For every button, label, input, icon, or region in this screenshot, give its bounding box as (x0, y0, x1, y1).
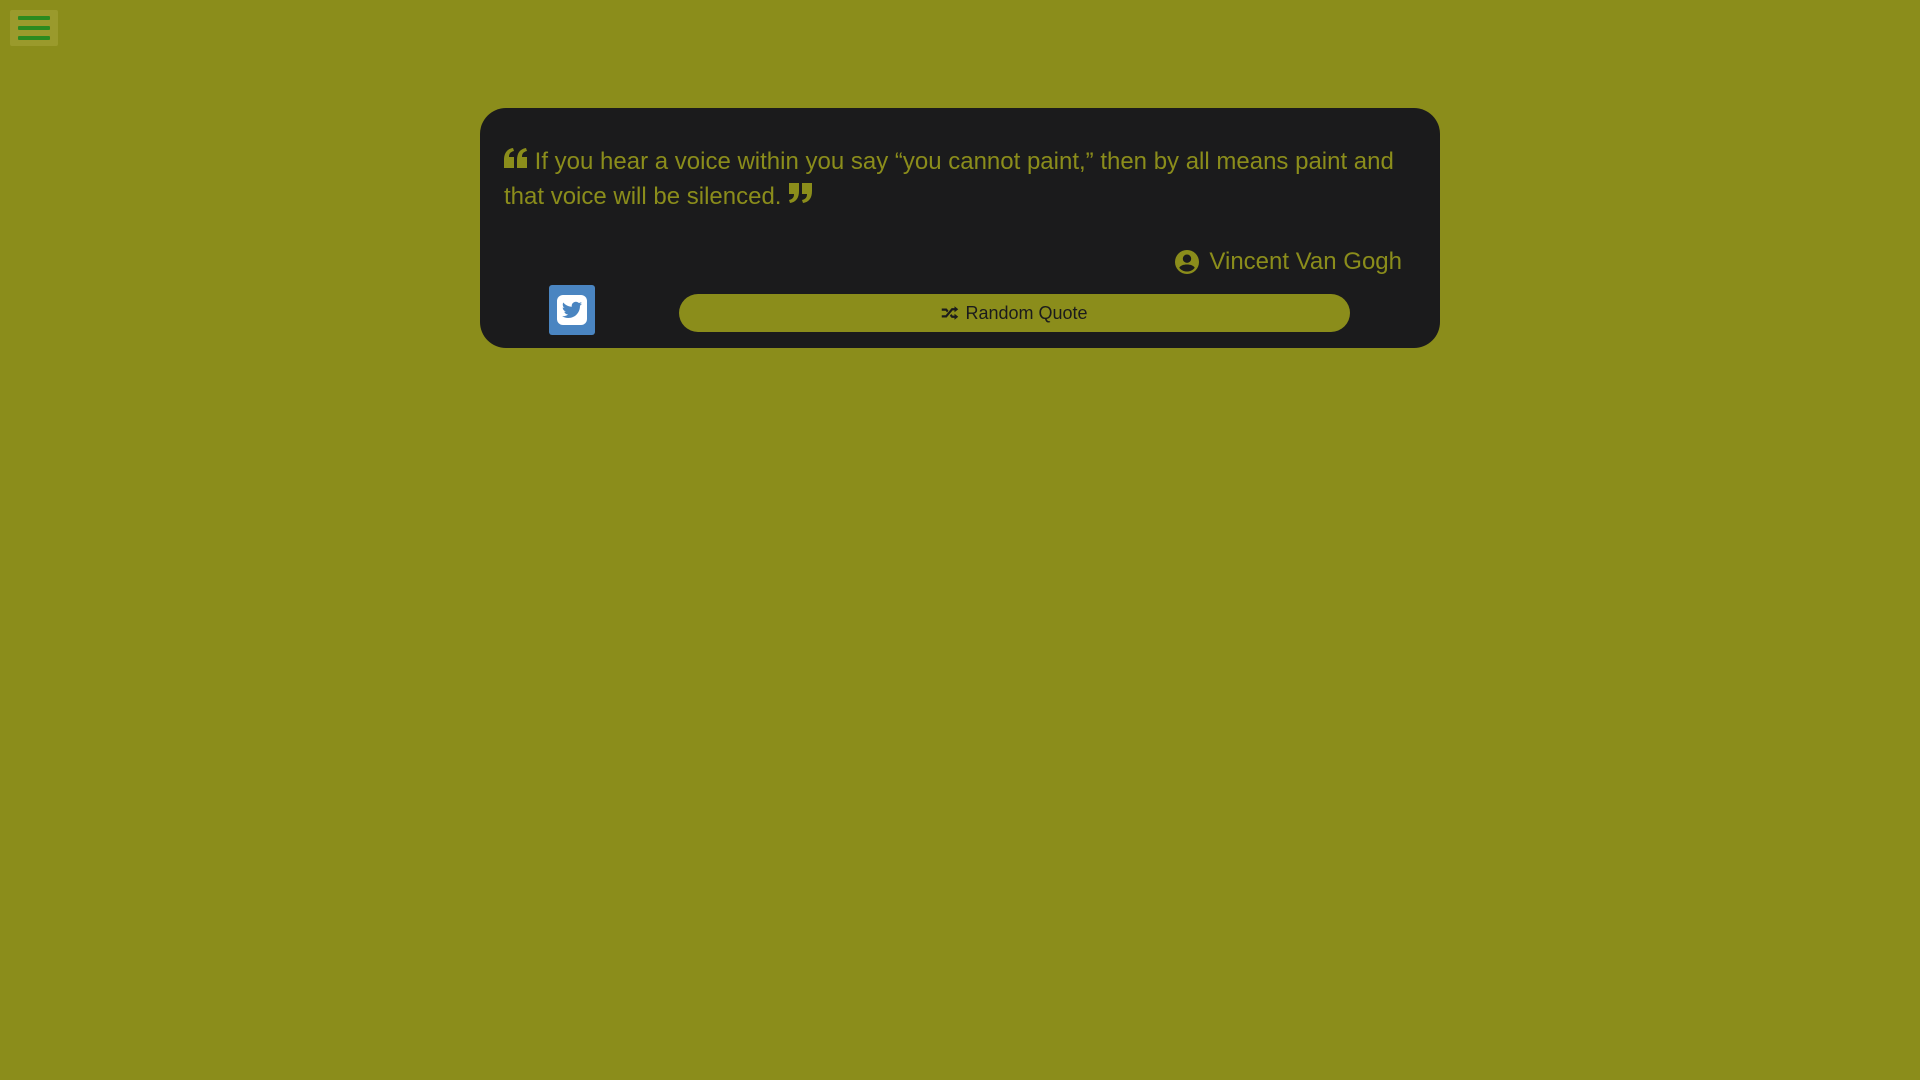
random-quote-button[interactable]: Random Quote (679, 294, 1350, 332)
quote-left-icon (504, 144, 528, 179)
random-quote-label: Random Quote (965, 302, 1088, 323)
tweet-button[interactable] (549, 285, 595, 335)
shuffle-icon (941, 304, 959, 322)
user-circle-icon (1175, 250, 1200, 274)
hamburger-menu-button[interactable] (10, 10, 58, 46)
quote-text: If you hear a voice within you say “you … (504, 148, 1394, 210)
menu-bar (18, 26, 50, 30)
menu-bar (18, 36, 50, 40)
quote-author: Vincent Van Gogh (1175, 248, 1402, 276)
quote-right-icon (788, 179, 813, 214)
twitter-square-icon (557, 295, 587, 325)
menu-bar (18, 16, 50, 20)
quote-text-block: If you hear a voice within you say “you … (504, 144, 1404, 214)
author-name: Vincent Van Gogh (1209, 248, 1402, 275)
quote-card: If you hear a voice within you say “you … (480, 108, 1440, 348)
